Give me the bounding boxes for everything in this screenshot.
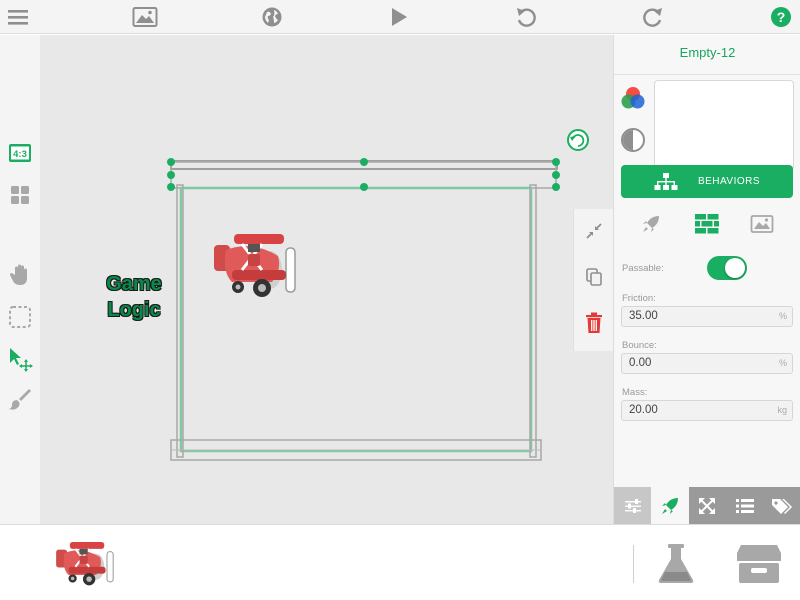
sliders-icon — [624, 498, 641, 513]
grid-icon — [11, 186, 29, 204]
redo-icon — [643, 8, 662, 27]
tray-separator — [633, 545, 634, 583]
hierarchy-icon — [654, 172, 678, 190]
web-publish-button[interactable] — [259, 4, 285, 30]
library-item-airplane[interactable] — [52, 535, 118, 593]
library-tray — [0, 524, 800, 600]
select-area-icon — [9, 306, 31, 328]
tab-physics[interactable] — [651, 487, 689, 524]
trash-icon — [586, 312, 602, 333]
mass-unit: kg — [777, 405, 787, 415]
image-icon — [750, 215, 774, 233]
play-button[interactable] — [386, 4, 412, 30]
scene-boundary — [179, 186, 533, 453]
redo-button[interactable] — [640, 4, 666, 30]
contrast-icon — [621, 128, 645, 152]
subtab-appearance[interactable] — [747, 211, 777, 237]
duplicate-icon — [586, 268, 602, 286]
bounce-field[interactable]: 0.00 % — [621, 353, 793, 374]
duplicate-button[interactable] — [582, 265, 606, 289]
tags-icon — [772, 498, 793, 514]
airplane-actor[interactable] — [214, 234, 296, 297]
friction-value: 35.00 — [629, 310, 658, 322]
list-icon — [735, 498, 754, 513]
shrink-button[interactable] — [582, 219, 606, 243]
svg-text:?: ? — [777, 9, 786, 25]
object-actions-panel — [573, 209, 613, 351]
play-icon — [392, 8, 407, 26]
object-preview-box[interactable] — [654, 80, 794, 171]
passable-label: Passable: — [622, 263, 664, 274]
airplane-thumbnail — [56, 542, 114, 586]
inspector-panel: Empty-12 BEHAVIORS Passable: Friction: 3… — [613, 35, 800, 524]
bounce-unit: % — [778, 358, 787, 368]
undo-icon — [517, 8, 536, 27]
menu-icon — [8, 10, 28, 25]
brick-wall-icon — [695, 214, 719, 234]
menu-button[interactable] — [5, 4, 31, 30]
inspector-tab-bar — [614, 487, 800, 524]
rocket-icon — [662, 497, 679, 514]
left-tool-strip: 4:3 — [0, 35, 40, 524]
tab-tags[interactable] — [764, 487, 800, 524]
flask-icon — [658, 544, 694, 583]
color-circles-icon — [621, 87, 645, 109]
opacity-button[interactable] — [620, 127, 646, 153]
hand-icon — [9, 264, 27, 285]
friction-label: Friction: — [622, 293, 656, 304]
inspector-divider — [614, 74, 800, 75]
expand-icon — [699, 497, 716, 514]
tab-properties[interactable] — [614, 487, 652, 524]
selection-handles[interactable] — [167, 158, 560, 191]
pan-tool-button[interactable] — [6, 261, 34, 289]
scene-canvas[interactable]: Game Logic — [40, 35, 613, 524]
archive-icon — [737, 545, 781, 583]
globe-icon — [262, 7, 282, 27]
behaviors-button[interactable]: BEHAVIORS — [621, 165, 793, 198]
image-icon — [132, 7, 158, 27]
tab-transform[interactable] — [689, 487, 726, 524]
rocket-icon — [643, 216, 659, 232]
behaviors-label: BEHAVIORS — [697, 176, 761, 187]
select-area-button[interactable] — [6, 303, 34, 331]
aspect-ratio-icon: 4:3 — [9, 144, 31, 162]
tab-attributes[interactable] — [726, 487, 763, 524]
subtab-physics[interactable] — [636, 211, 666, 237]
delete-button[interactable] — [582, 311, 606, 335]
passable-toggle[interactable] — [707, 256, 747, 280]
aspect-ratio-button[interactable]: 4:3 — [6, 139, 34, 167]
bounce-value: 0.00 — [629, 357, 652, 369]
help-button[interactable]: ? — [768, 4, 794, 30]
undo-button[interactable] — [513, 4, 539, 30]
help-icon: ? — [771, 7, 791, 27]
game-logic-label[interactable]: Game Logic — [84, 271, 184, 323]
subtab-collision[interactable] — [692, 211, 722, 237]
move-pointer-icon — [10, 348, 33, 372]
paint-tool-button[interactable] — [6, 385, 34, 413]
friction-unit: % — [778, 311, 787, 321]
color-tint-button[interactable] — [620, 85, 646, 111]
lab-button[interactable] — [654, 542, 698, 586]
move-tool-button[interactable] — [6, 345, 34, 373]
mass-field[interactable]: 20.00 kg — [621, 400, 793, 421]
game-logic-line2: Logic — [107, 299, 161, 321]
scene-image-button[interactable] — [132, 4, 158, 30]
mass-value: 20.00 — [629, 404, 658, 416]
grid-button[interactable] — [6, 181, 34, 209]
mass-label: Mass: — [622, 387, 648, 398]
toggle-knob — [725, 258, 745, 278]
friction-field[interactable]: 35.00 % — [621, 306, 793, 327]
rotate-handle[interactable] — [567, 129, 589, 151]
aspect-ratio-label: 4:3 — [13, 149, 27, 160]
game-logic-line1: Game — [106, 273, 162, 295]
brush-icon — [9, 389, 31, 410]
top-toolbar: ? — [0, 0, 800, 34]
library-archive-button[interactable] — [735, 543, 783, 585]
bounce-label: Bounce: — [622, 340, 657, 351]
shrink-icon — [586, 223, 602, 239]
object-title[interactable]: Empty-12 — [614, 45, 800, 60]
